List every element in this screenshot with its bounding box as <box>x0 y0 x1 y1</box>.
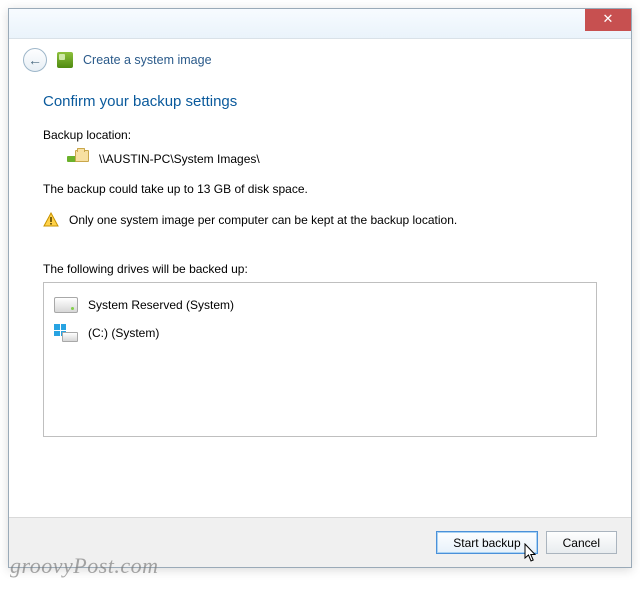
back-button[interactable]: ← <box>23 48 47 72</box>
backup-location-label: Backup location: <box>43 128 597 142</box>
content-area: Confirm your backup settings Backup loca… <box>9 75 631 437</box>
backup-location-row: \\AUSTIN-PC\System Images\ <box>43 150 597 168</box>
close-icon: ✕ <box>603 11 614 26</box>
drives-listbox: System Reserved (System) (C:) (System) <box>43 282 597 437</box>
system-image-icon <box>57 52 73 68</box>
cancel-button[interactable]: Cancel <box>546 531 617 554</box>
dialog-footer: Start backup Cancel <box>9 517 631 567</box>
warning-row: Only one system image per computer can b… <box>43 212 597 228</box>
warning-icon <box>43 212 59 228</box>
titlebar: ✕ <box>9 9 631 39</box>
drives-label: The following drives will be backed up: <box>43 262 597 276</box>
size-info-text: The backup could take up to 13 GB of dis… <box>43 182 597 196</box>
drive-icon <box>54 297 78 313</box>
start-backup-button[interactable]: Start backup <box>436 531 537 554</box>
drive-name: (C:) (System) <box>88 326 159 340</box>
windows-drive-icon <box>54 324 78 342</box>
backup-location-path: \\AUSTIN-PC\System Images\ <box>99 152 260 166</box>
drive-name: System Reserved (System) <box>88 298 234 312</box>
network-folder-icon <box>67 150 89 168</box>
list-item[interactable]: System Reserved (System) <box>54 291 586 319</box>
dialog-window: ✕ ← Create a system image Confirm your b… <box>8 8 632 568</box>
warning-text: Only one system image per computer can b… <box>69 213 457 227</box>
header-nav: ← Create a system image <box>9 39 631 75</box>
close-button[interactable]: ✕ <box>585 9 631 31</box>
list-item[interactable]: (C:) (System) <box>54 319 586 347</box>
window-title: Create a system image <box>83 53 212 67</box>
back-arrow-icon: ← <box>28 52 42 68</box>
page-heading: Confirm your backup settings <box>43 93 597 110</box>
